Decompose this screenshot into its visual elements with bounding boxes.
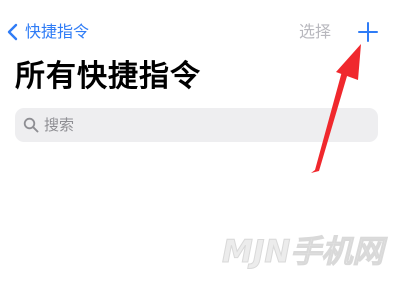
watermark: MJN手机网: [222, 230, 394, 271]
search-placeholder: 搜索: [44, 116, 75, 134]
svg-text:MJN手机网: MJN手机网: [222, 234, 388, 270]
plus-icon[interactable]: [355, 19, 381, 45]
magnifier-icon: [23, 117, 39, 133]
page-title: 所有快捷指令: [15, 59, 201, 94]
back-button-label: 快捷指令: [25, 22, 90, 41]
chevron-left-icon: [7, 23, 18, 41]
select-button[interactable]: 选择: [299, 20, 331, 44]
mjn-watermark-logo: MJN手机网: [222, 234, 389, 271]
search-bar[interactable]: 搜索: [15, 108, 378, 142]
back-button[interactable]: 快捷指令: [5, 20, 89, 44]
navigation-bar: 快捷指令 选择: [0, 0, 395, 60]
